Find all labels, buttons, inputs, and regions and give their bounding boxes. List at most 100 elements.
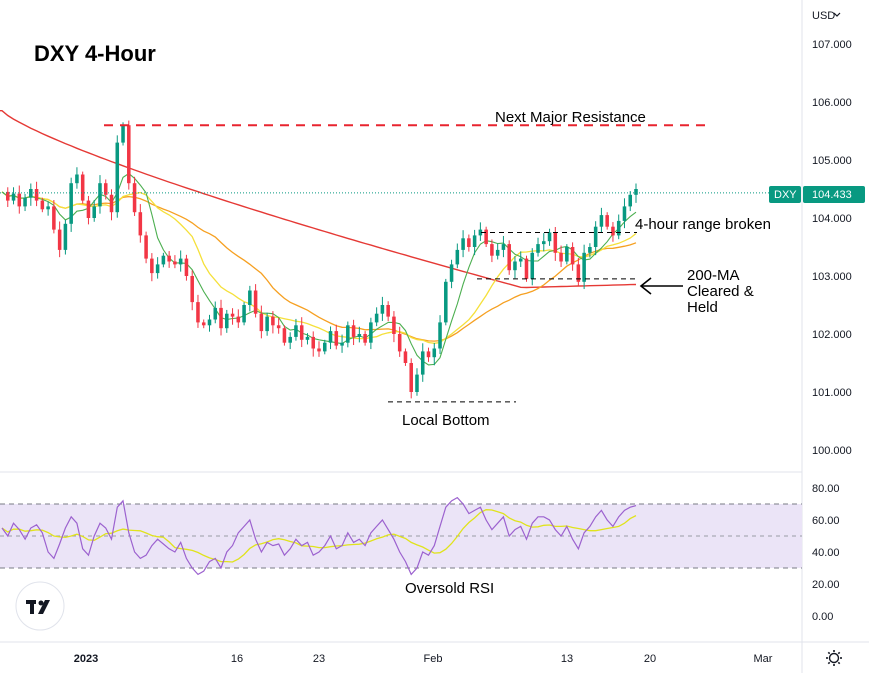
candle-body: [599, 215, 604, 227]
candle-body: [507, 244, 511, 271]
candle-body: [518, 258, 523, 262]
candle-body: [374, 313, 379, 323]
candle-body: [346, 325, 350, 343]
candle-body: [271, 316, 275, 326]
oversold-rsi-label: Oversold RSI: [405, 580, 494, 597]
time-axis[interactable]: 2023 16 23 Feb 13 20 Mar: [74, 653, 773, 665]
candle-body: [86, 200, 91, 218]
candle-body: [196, 302, 200, 323]
candle-body: [288, 336, 292, 343]
candle-body: [570, 247, 575, 265]
candle-body: [80, 174, 85, 201]
candle-body: [420, 351, 425, 375]
candle-body: [121, 125, 125, 143]
chart-title: DXY 4-Hour: [34, 41, 156, 66]
candle-body: [415, 374, 419, 392]
candle-body: [213, 307, 218, 320]
candle-body: [530, 252, 535, 279]
time-tick-label: Mar: [754, 653, 773, 665]
candle-body: [547, 232, 552, 242]
price-tick-label: 105.000: [812, 155, 852, 167]
candle-body: [449, 264, 454, 282]
candle-body: [490, 244, 494, 256]
candle-body: [593, 226, 598, 247]
candle-body: [253, 290, 258, 314]
candle-body: [357, 334, 362, 337]
ma-label-line1: 200-MA: [687, 267, 740, 284]
candle-body: [565, 247, 569, 262]
candle-body: [132, 183, 137, 213]
candle-body: [536, 244, 540, 253]
candle-body: [328, 331, 333, 343]
candles-group: [5, 120, 638, 399]
candle-body: [403, 351, 408, 363]
candle-body: [397, 334, 402, 352]
price-axis[interactable]: 107.000 106.000 105.000 104.000 103.000 102.0…: [812, 39, 852, 457]
tradingview-logo-icon[interactable]: [15, 581, 65, 631]
candle-body: [46, 206, 50, 210]
sma-100-line: [1, 191, 637, 342]
candle-body: [628, 194, 633, 207]
candle-body: [98, 183, 102, 207]
candle-body: [109, 194, 114, 213]
candle-body: [438, 322, 442, 349]
candle-body: [334, 331, 339, 346]
candle-body: [23, 197, 27, 207]
candle-body: [340, 342, 344, 346]
candle-body: [432, 348, 437, 358]
sma-20-line: [1, 172, 637, 366]
rsi-tick-label: 40.00: [812, 547, 840, 559]
candle-body: [426, 351, 431, 358]
candle-body: [461, 238, 465, 250]
candle-body: [144, 235, 148, 259]
local-bottom-label: Local Bottom: [402, 412, 490, 429]
candle-body: [501, 244, 506, 250]
candle-body: [167, 255, 171, 262]
candle-body: [40, 200, 45, 210]
candle-body: [225, 313, 229, 329]
candle-body: [582, 252, 586, 282]
price-tick-label: 103.000: [812, 271, 852, 283]
time-tick-label: 2023: [74, 653, 98, 665]
time-tick-label: 23: [313, 653, 325, 665]
candle-body: [69, 183, 73, 224]
currency-menu[interactable]: USD: [812, 10, 841, 22]
candle-body: [322, 342, 327, 352]
candle-body: [305, 336, 310, 340]
candle-body: [559, 252, 563, 262]
candle-body: [248, 290, 252, 305]
candle-body: [472, 235, 477, 247]
candle-body: [444, 281, 448, 323]
price-tick-label: 106.000: [812, 97, 852, 109]
candle-body: [311, 336, 316, 349]
time-tick-label: 20: [644, 653, 656, 665]
rsi-tick-label: 0.00: [812, 611, 833, 623]
candle-body: [161, 255, 166, 265]
arrow-icon: [639, 277, 683, 295]
last-price-tag: 104.433: [803, 186, 865, 203]
rsi-axis[interactable]: 80.00 60.00 40.00 20.00 0.00: [812, 483, 840, 623]
currency-label[interactable]: USD: [812, 10, 835, 22]
candle-body: [127, 125, 131, 184]
candle-body: [17, 193, 22, 207]
ma-label-line3: Held: [687, 299, 718, 316]
candle-body: [553, 232, 558, 253]
price-tick-label: 100.000: [812, 445, 852, 457]
rsi-tick-label: 80.00: [812, 483, 840, 495]
candle-body: [138, 212, 143, 236]
candle-body: [513, 261, 517, 271]
candle-body: [92, 206, 96, 218]
candle-body: [276, 325, 281, 329]
rsi-tick-label: 20.00: [812, 579, 840, 591]
candle-body: [495, 249, 500, 256]
candle-body: [150, 258, 154, 274]
candle-body: [201, 322, 206, 326]
candle-body: [611, 226, 615, 236]
candle-body: [542, 241, 546, 245]
candle-body: [265, 316, 269, 332]
candle-body: [634, 189, 638, 195]
candle-body: [299, 325, 304, 340]
candle-body: [409, 363, 413, 392]
settings-gear-icon[interactable]: [826, 650, 842, 666]
range-broken-label: 4-hour range broken: [635, 216, 771, 233]
